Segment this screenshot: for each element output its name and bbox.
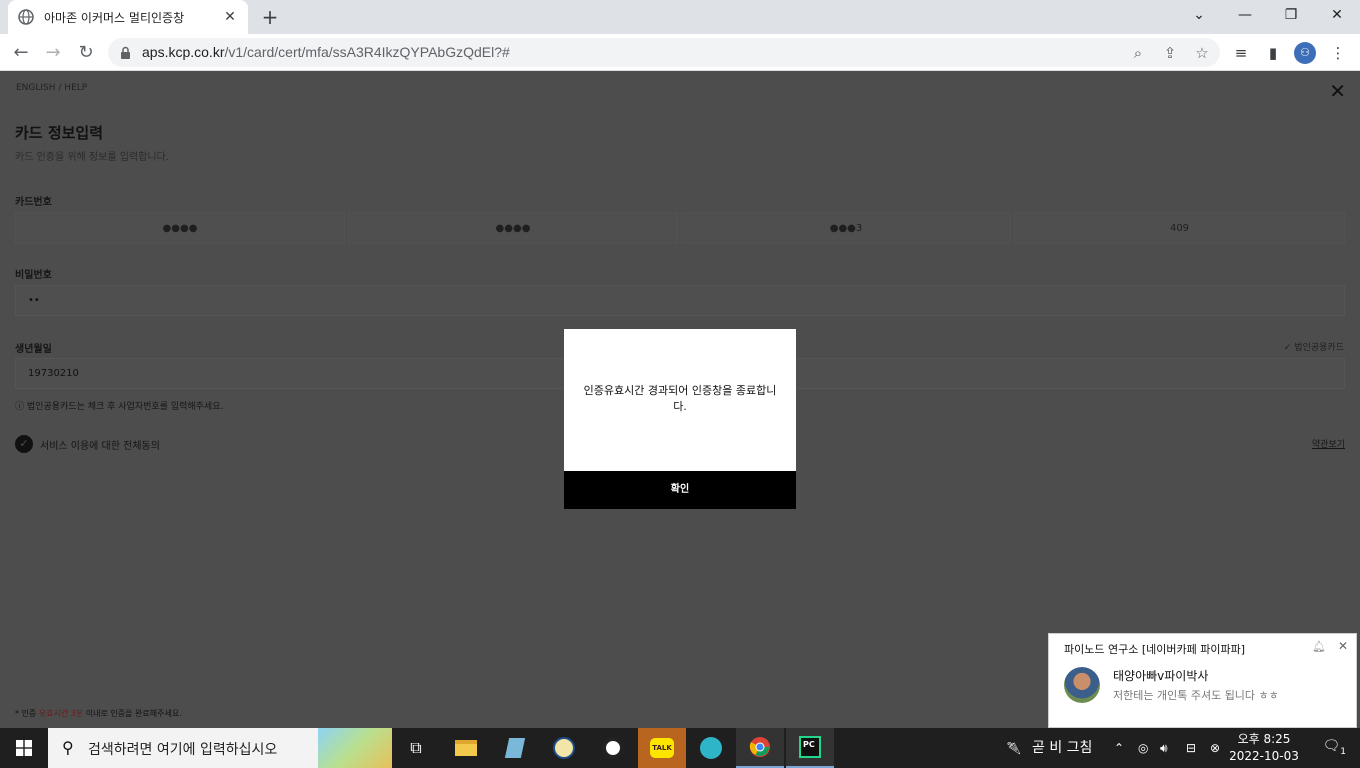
dialog-message: 인증유효시간 경과되어 인증창을 종료합니다. bbox=[583, 384, 777, 413]
taskbar: ⚲ 검색하려면 여기에 입력하십시오 ⧉ TALK PC 🌂︎ 곧 비 그침 ⌃… bbox=[0, 728, 1360, 768]
agree-all-label: 서비스 이용에 대한 전체동의 bbox=[40, 440, 160, 452]
search-highlight-image bbox=[318, 728, 392, 768]
password-label: 비밀번호 bbox=[15, 270, 52, 281]
close-icon[interactable]: ✕ bbox=[1329, 79, 1346, 103]
zoom-icon[interactable]: ⌕ bbox=[1128, 43, 1148, 63]
clock-date: 2022-10-03 bbox=[1229, 749, 1299, 763]
restore-button[interactable]: ❐ bbox=[1268, 0, 1314, 30]
file-explorer-icon[interactable] bbox=[442, 728, 490, 768]
task-view-icon[interactable]: ⧉ bbox=[392, 728, 440, 768]
corporate-card-notice: ⓘ 법인공용카드는 체크 후 사업자번호를 입력해주세요. bbox=[15, 399, 223, 412]
bird-app-icon[interactable] bbox=[687, 728, 735, 768]
media-control-icon[interactable]: ≡ bbox=[1230, 42, 1252, 64]
info-icon: ⓘ bbox=[15, 402, 25, 412]
clock-time: 오후 8:25 bbox=[1237, 732, 1291, 746]
volume-icon[interactable]: 🔊︎ bbox=[1160, 728, 1168, 768]
taskbar-search-box[interactable]: ⚲ 검색하려면 여기에 입력하십시오 bbox=[48, 728, 392, 768]
search-icon: ⚲ bbox=[62, 738, 74, 757]
card-number-field-2[interactable]: ●●●● bbox=[348, 212, 678, 244]
tab-title: 아마존 이커머스 멀티인증창 bbox=[44, 10, 185, 25]
kakaotalk-icon[interactable]: TALK bbox=[638, 728, 686, 768]
notification-count-badge: 1 bbox=[1340, 746, 1346, 757]
toast-title: 파이노드 연구소 [네이버카페 파이파파] bbox=[1064, 643, 1245, 656]
confirm-button[interactable]: 확인 bbox=[564, 471, 796, 509]
close-tab-icon[interactable]: ✕ bbox=[222, 9, 238, 25]
network-icon[interactable]: ⊟ bbox=[1186, 728, 1196, 768]
time-limit-footnote: * 인증 유효시간 3분 이내로 인증을 완료해주세요. bbox=[15, 709, 182, 718]
windows-start-icon[interactable] bbox=[0, 728, 48, 768]
reload-icon[interactable]: ↻ bbox=[73, 40, 99, 66]
page-title: 카드 정보입력 bbox=[15, 124, 104, 142]
language-help-links[interactable]: ENGLISH / HELP bbox=[16, 83, 87, 93]
window-close-button[interactable]: ✕ bbox=[1314, 0, 1360, 30]
agree-all-checkbox[interactable]: ✓ 서비스 이용에 대한 전체동의 bbox=[15, 435, 160, 453]
browser-tab[interactable]: 아마존 이커머스 멀티인증창 ✕ bbox=[8, 0, 248, 34]
side-panel-icon[interactable]: ▮ bbox=[1262, 42, 1284, 64]
corporate-card-checkbox[interactable]: ✓ 법인공용카드 bbox=[1284, 340, 1344, 353]
toast-message: 저한테는 개인톡 주셔도 됩니다 ㅎㅎ bbox=[1113, 689, 1279, 702]
back-arrow-icon[interactable]: ← bbox=[8, 40, 34, 66]
panda-app-icon[interactable] bbox=[589, 728, 637, 768]
weather-text[interactable]: 곧 비 그침 bbox=[1032, 728, 1092, 768]
chrome-icon[interactable] bbox=[736, 728, 784, 768]
globe-icon bbox=[18, 9, 34, 25]
taskbar-clock[interactable]: 오후 8:25 2022-10-03 bbox=[1224, 731, 1304, 765]
browser-toolbar: ← → ↻ aps.kcp.co.kr/v1/card/cert/mfa/ssA… bbox=[0, 34, 1360, 71]
view-terms-link[interactable]: 약관보기 bbox=[1312, 437, 1345, 450]
minimize-button[interactable]: — bbox=[1222, 0, 1268, 30]
bookmark-star-icon[interactable]: ☆ bbox=[1192, 43, 1212, 63]
new-tab-button[interactable]: + bbox=[258, 5, 282, 29]
search-input: 검색하려면 여기에 입력하십시오 bbox=[88, 742, 278, 758]
card-number-field-3[interactable]: ●●●3 bbox=[681, 212, 1011, 244]
card-number-field-4[interactable]: 409 bbox=[1014, 212, 1345, 244]
profile-avatar[interactable]: ⚇ bbox=[1294, 42, 1316, 64]
check-icon: ✓ bbox=[15, 435, 33, 453]
session-expired-dialog: 인증유효시간 경과되어 인증창을 종료합니다. 확인 bbox=[564, 329, 796, 509]
url-text: aps.kcp.co.kr/v1/card/cert/mfa/ssA3R4Ikz… bbox=[142, 44, 510, 60]
card-number-field-1[interactable]: ●●●● bbox=[15, 212, 345, 244]
lock-icon bbox=[120, 45, 131, 64]
card-number-label: 카드번호 bbox=[15, 197, 52, 208]
pycharm-icon[interactable]: PC bbox=[786, 728, 834, 768]
tab-search-chevron-icon[interactable]: ⌄ bbox=[1176, 0, 1222, 30]
birth-date-label: 생년월일 bbox=[15, 344, 52, 355]
clock-app-icon[interactable] bbox=[540, 728, 588, 768]
chat-notification-toast[interactable]: 파이노드 연구소 [네이버카페 파이파파] 🔔︎ ✕ 태양아빠v파이박사 저한테… bbox=[1048, 633, 1357, 728]
notes-app-icon[interactable] bbox=[491, 728, 539, 768]
address-bar[interactable]: aps.kcp.co.kr/v1/card/cert/mfa/ssA3R4Ikz… bbox=[108, 38, 1220, 67]
show-hidden-icons-chevron-icon[interactable]: ⌃ bbox=[1114, 728, 1124, 768]
corporate-card-notice-text: 법인공용카드는 체크 후 사업자번호를 입력해주세요. bbox=[26, 402, 224, 412]
password-field[interactable]: •• bbox=[15, 285, 1345, 316]
tab-bar: 아마존 이커머스 멀티인증창 ✕ + ⌄ — ❐ ✕ bbox=[0, 0, 1360, 34]
meet-now-icon[interactable]: ◎ bbox=[1138, 728, 1148, 768]
network-disconnected-icon[interactable]: ⊗ bbox=[1210, 728, 1220, 768]
menu-kebab-icon[interactable]: ⋮ bbox=[1327, 42, 1349, 64]
toast-sender: 태양아빠v파이박사 bbox=[1113, 669, 1209, 683]
forward-arrow-icon[interactable]: → bbox=[40, 40, 66, 66]
action-center-icon[interactable]: 🗨︎1 bbox=[1322, 738, 1346, 757]
weather-icon[interactable]: 🌂︎ bbox=[1006, 728, 1021, 768]
bell-icon[interactable]: 🔔︎ bbox=[1312, 640, 1326, 653]
share-icon[interactable]: ⇪ bbox=[1160, 43, 1180, 63]
page-subtitle: 카드 인증을 위해 정보를 입력합니다. bbox=[15, 152, 169, 163]
toast-close-icon[interactable]: ✕ bbox=[1338, 639, 1348, 653]
avatar bbox=[1064, 667, 1100, 703]
